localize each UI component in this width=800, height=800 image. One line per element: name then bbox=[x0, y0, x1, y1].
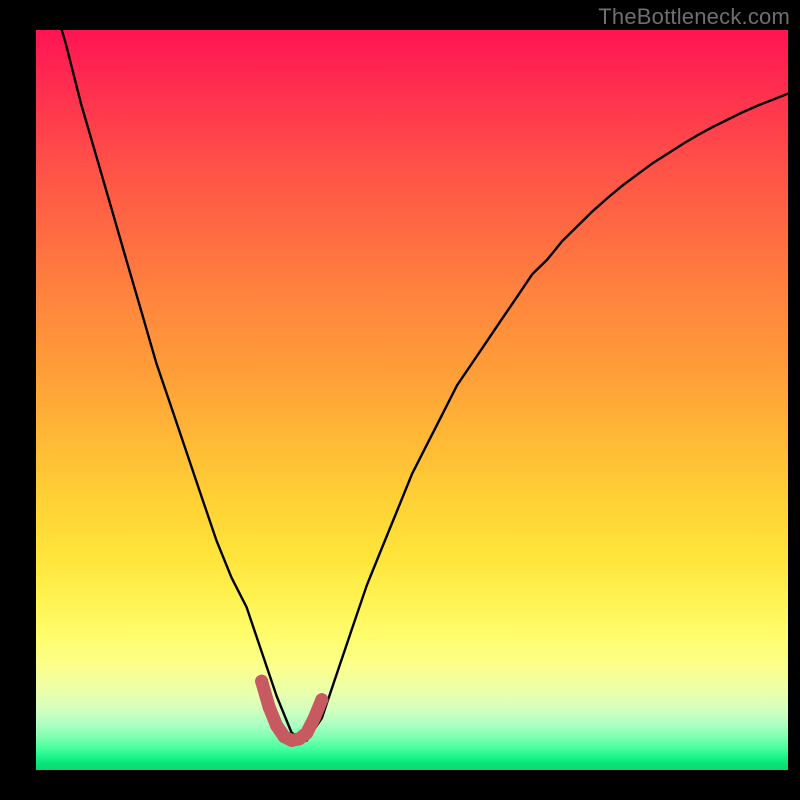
sweet-spot-dot bbox=[263, 701, 276, 714]
sweet-spot-dot bbox=[300, 727, 313, 740]
sweet-spot-dot bbox=[308, 712, 321, 725]
watermark-text: TheBottleneck.com bbox=[598, 4, 790, 30]
sweet-spot-dot bbox=[315, 693, 328, 706]
curve-svg bbox=[36, 30, 788, 770]
plot-area bbox=[36, 30, 788, 770]
sweet-spot-markers bbox=[255, 675, 328, 747]
sweet-spot-dot bbox=[270, 719, 283, 732]
bottleneck-curve bbox=[51, 30, 788, 740]
outer-frame: TheBottleneck.com bbox=[0, 0, 800, 800]
sweet-spot-dot bbox=[255, 675, 268, 688]
